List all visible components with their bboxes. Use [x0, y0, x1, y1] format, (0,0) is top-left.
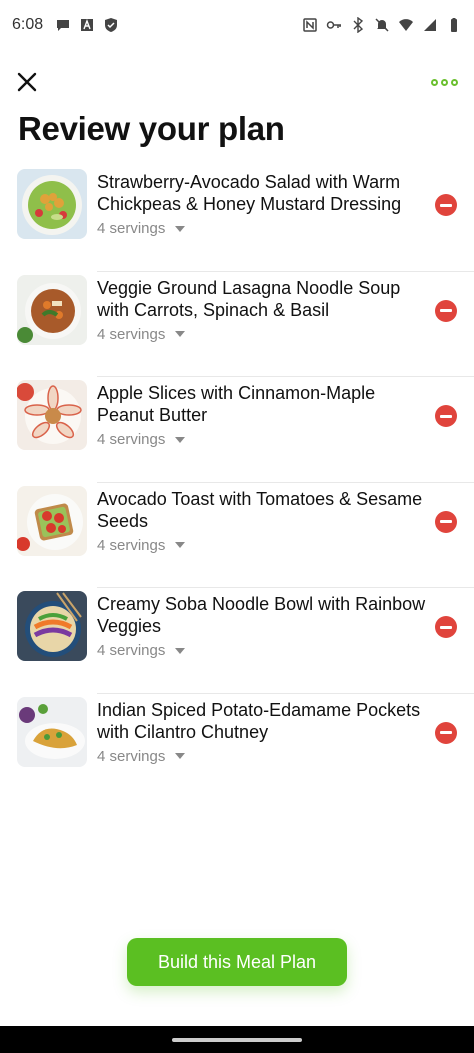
servings-label: 4 servings	[97, 431, 166, 449]
list-item[interactable]: Indian Spiced Potato-Edamame Pockets wit…	[0, 694, 474, 800]
remove-button[interactable]	[435, 616, 457, 639]
recipe-thumbnail[interactable]	[17, 169, 87, 239]
font-icon	[79, 17, 95, 33]
navigation-bar	[0, 1026, 474, 1053]
nfc-icon	[302, 17, 318, 33]
caret-down-icon	[175, 436, 186, 443]
remove-button[interactable]	[435, 721, 457, 744]
recipe-title[interactable]: Veggie Ground Lasagna Noodle Soup with C…	[97, 277, 427, 321]
home-handle[interactable]	[172, 1037, 302, 1042]
servings-dropdown[interactable]: 4 servings	[97, 747, 186, 765]
servings-label: 4 servings	[97, 536, 166, 554]
recipe-thumbnail[interactable]	[17, 380, 87, 451]
servings-dropdown[interactable]: 4 servings	[97, 431, 186, 449]
remove-button[interactable]	[435, 405, 457, 428]
remove-button[interactable]	[435, 510, 457, 533]
minus-icon	[440, 414, 452, 418]
chat-bubble-icon	[55, 17, 71, 33]
list-item[interactable]: Veggie Ground Lasagna Noodle Soup with C…	[0, 272, 474, 378]
servings-label: 4 servings	[97, 220, 166, 237]
servings-dropdown[interactable]: 4 servings	[97, 220, 186, 237]
list-item[interactable]: Strawberry-Avocado Salad with Warm Chick…	[0, 166, 474, 272]
recipe-title[interactable]: Creamy Soba Noodle Bowl with Rainbow Veg…	[97, 593, 427, 637]
servings-label: 4 servings	[97, 325, 166, 343]
more-options-button[interactable]	[431, 78, 460, 86]
list-item[interactable]: Avocado Toast with Tomatoes & Sesame See…	[0, 483, 474, 589]
bluetooth-icon	[350, 17, 366, 33]
build-meal-plan-button[interactable]: Build this Meal Plan	[127, 938, 347, 986]
recipe-thumbnail[interactable]	[17, 485, 87, 556]
caret-down-icon	[175, 647, 186, 654]
more-dot-icon	[451, 78, 458, 86]
status-bar: 6:08	[0, 0, 474, 50]
more-dot-icon	[441, 78, 448, 86]
servings-label: 4 servings	[97, 747, 166, 765]
recipe-title[interactable]: Strawberry-Avocado Salad with Warm Chick…	[97, 171, 427, 215]
status-time: 6:08	[12, 16, 44, 33]
close-button[interactable]	[14, 69, 40, 95]
status-left: 6:08	[12, 16, 119, 34]
remove-button[interactable]	[435, 194, 457, 216]
top-bar	[0, 62, 474, 102]
recipe-thumbnail[interactable]	[17, 696, 87, 767]
battery-icon	[446, 17, 462, 33]
servings-dropdown[interactable]: 4 servings	[97, 536, 186, 554]
minus-icon	[440, 731, 452, 735]
page-title: Review your plan	[18, 110, 285, 147]
minus-icon	[440, 625, 452, 629]
servings-dropdown[interactable]: 4 servings	[97, 642, 186, 660]
key-icon	[326, 17, 342, 33]
caret-down-icon	[175, 542, 186, 549]
shield-check-icon	[103, 17, 119, 33]
wifi-icon	[398, 17, 414, 33]
list-item[interactable]: Creamy Soba Noodle Bowl with Rainbow Veg…	[0, 588, 474, 694]
minus-icon	[440, 309, 452, 313]
servings-label: 4 servings	[97, 642, 166, 660]
close-icon	[17, 72, 37, 92]
status-right	[302, 17, 462, 33]
recipe-title[interactable]: Avocado Toast with Tomatoes & Sesame See…	[97, 488, 427, 532]
signal-icon	[422, 17, 438, 33]
recipe-title[interactable]: Indian Spiced Potato-Edamame Pockets wit…	[97, 699, 427, 743]
minus-icon	[440, 203, 452, 207]
caret-down-icon	[175, 753, 186, 760]
recipe-title[interactable]: Apple Slices with Cinnamon-Maple Peanut …	[97, 382, 427, 426]
caret-down-icon	[175, 331, 186, 338]
remove-button[interactable]	[435, 299, 457, 322]
list-item[interactable]: Apple Slices with Cinnamon-Maple Peanut …	[0, 377, 474, 483]
minus-icon	[440, 520, 452, 524]
caret-down-icon	[175, 225, 186, 232]
servings-dropdown[interactable]: 4 servings	[97, 325, 186, 343]
recipe-thumbnail[interactable]	[17, 591, 87, 662]
more-dot-icon	[431, 78, 438, 86]
mute-icon	[374, 17, 390, 33]
recipe-thumbnail[interactable]	[17, 274, 87, 345]
plan-list: Strawberry-Avocado Salad with Warm Chick…	[0, 166, 474, 800]
